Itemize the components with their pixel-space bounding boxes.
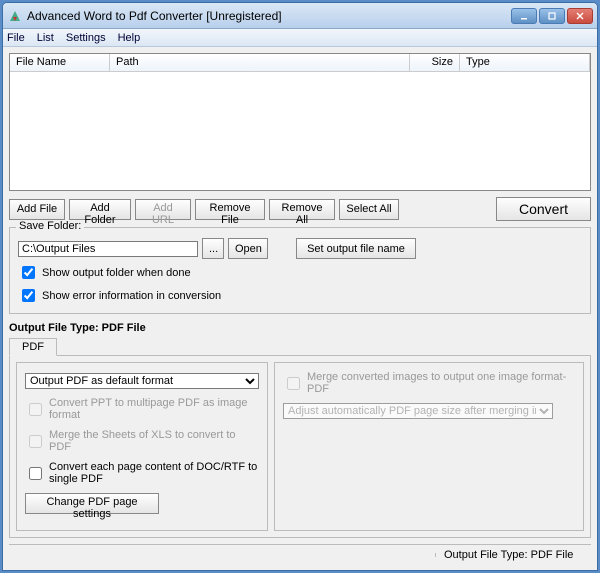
convert-button[interactable]: Convert: [496, 197, 591, 221]
save-folder-legend: Save Folder:: [16, 220, 84, 232]
save-folder-input[interactable]: [18, 241, 198, 257]
status-bar: Output File Type: PDF File: [9, 544, 591, 564]
col-path[interactable]: Path: [110, 54, 410, 71]
col-filename[interactable]: File Name: [10, 54, 110, 71]
output-file-type-label: Output File Type: PDF File: [9, 322, 591, 334]
browse-button[interactable]: ...: [202, 238, 224, 259]
ppt-checkbox: Convert PPT to multipage PDF as image fo…: [25, 397, 259, 421]
maximize-button[interactable]: [539, 8, 565, 24]
menu-file[interactable]: File: [7, 32, 25, 44]
select-all-button[interactable]: Select All: [339, 199, 399, 220]
app-window: Advanced Word to Pdf Converter [Unregist…: [2, 2, 598, 571]
col-size[interactable]: Size: [410, 54, 460, 71]
docrtf-checkbox[interactable]: Convert each page content of DOC/RTF to …: [25, 461, 259, 485]
open-folder-button[interactable]: Open: [228, 238, 268, 259]
add-file-button[interactable]: Add File: [9, 199, 65, 220]
add-url-button[interactable]: Add URL: [135, 199, 191, 220]
menubar: File List Settings Help: [3, 29, 597, 47]
tab-body: Output PDF as default format Convert PPT…: [9, 356, 591, 538]
add-folder-button[interactable]: Add Folder: [69, 199, 131, 220]
window-controls: [511, 8, 593, 24]
menu-help[interactable]: Help: [118, 32, 141, 44]
show-error-checkbox[interactable]: Show error information in conversion: [18, 286, 582, 305]
tab-pdf[interactable]: PDF: [9, 338, 57, 356]
menu-settings[interactable]: Settings: [66, 32, 106, 44]
xls-checkbox: Merge the Sheets of XLS to convert to PD…: [25, 429, 259, 453]
adjust-size-select: Adjust automatically PDF page size after…: [283, 403, 553, 419]
output-format-select[interactable]: Output PDF as default format: [25, 373, 259, 389]
show-folder-checkbox[interactable]: Show output folder when done: [18, 263, 582, 282]
file-list-header: File Name Path Size Type: [10, 54, 590, 72]
show-error-check[interactable]: [22, 289, 35, 302]
col-type[interactable]: Type: [460, 54, 590, 71]
page-settings-button[interactable]: Change PDF page settings: [25, 493, 159, 514]
set-output-name-button[interactable]: Set output file name: [296, 238, 416, 259]
pdf-options-right: Merge converted images to output one ima…: [274, 362, 584, 531]
window-title: Advanced Word to Pdf Converter [Unregist…: [27, 9, 511, 23]
status-output-type: Output File Type: PDF File: [436, 547, 591, 563]
show-folder-check[interactable]: [22, 266, 35, 279]
pdf-options-left: Output PDF as default format Convert PPT…: [16, 362, 268, 531]
tab-row: PDF: [9, 338, 591, 356]
titlebar[interactable]: Advanced Word to Pdf Converter [Unregist…: [3, 3, 597, 29]
file-list[interactable]: File Name Path Size Type: [9, 53, 591, 191]
merge-images-checkbox: Merge converted images to output one ima…: [283, 371, 575, 395]
menu-list[interactable]: List: [37, 32, 54, 44]
toolbar: Add File Add Folder Add URL Remove File …: [9, 197, 591, 221]
app-icon: [7, 8, 23, 24]
client-area: File Name Path Size Type Add File Add Fo…: [3, 47, 597, 570]
close-button[interactable]: [567, 8, 593, 24]
remove-file-button[interactable]: Remove File: [195, 199, 265, 220]
minimize-button[interactable]: [511, 8, 537, 24]
remove-all-button[interactable]: Remove All: [269, 199, 335, 220]
save-folder-group: Save Folder: ... Open Set output file na…: [9, 227, 591, 314]
